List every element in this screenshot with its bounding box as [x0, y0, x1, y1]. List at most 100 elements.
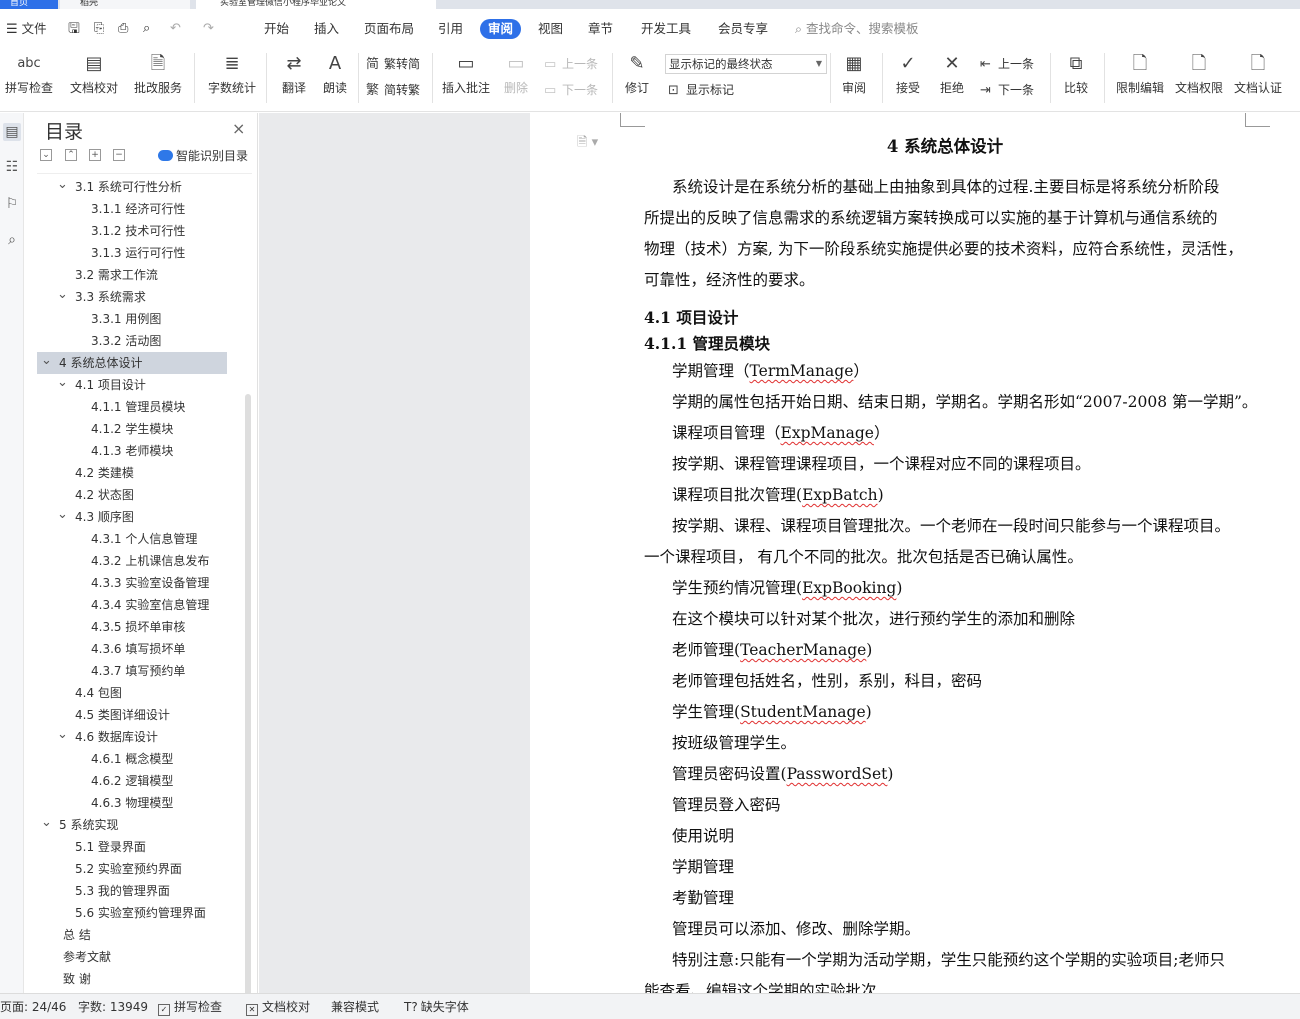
menu-start[interactable]: 开始 [264, 19, 289, 39]
preview-icon[interactable]: ⌕ [143, 19, 150, 39]
toc-item[interactable]: 4.3.2 上机课信息发布 [37, 550, 237, 572]
toc-item[interactable]: 5.3 我的管理界面 [37, 880, 237, 902]
menu-dev-tools[interactable]: 开发工具 [641, 19, 691, 39]
next-revision-button[interactable]: ⇥ 下一条 [980, 80, 1034, 100]
spell-check-button[interactable]: abc 拼写检查 [0, 51, 58, 103]
chevron-down-icon[interactable]: ⌄ [41, 814, 52, 832]
export-icon[interactable]: ⎘ [94, 19, 104, 39]
status-doc-proof[interactable]: ✕ 文档校对 [246, 994, 310, 1019]
simp-to-trad-button[interactable]: 繁简转繁 [366, 80, 420, 100]
toc-item[interactable]: 4.5 类图详细设计 [37, 704, 237, 726]
misspelled-word[interactable]: PasswordSet [787, 765, 888, 783]
toc-item[interactable]: 4.6.1 概念模型 [37, 748, 237, 770]
chapter-icon[interactable]: ☷ [3, 158, 21, 176]
close-icon[interactable]: × [232, 119, 245, 138]
command-search[interactable]: ⌕ 查找命令、搜索模板 [795, 19, 919, 39]
toc-item[interactable]: 4.1.1 管理员模块 [37, 396, 237, 418]
toc-item[interactable]: 4.3.1 个人信息管理 [37, 528, 237, 550]
word-count[interactable]: 字数: 13949 [78, 994, 148, 1019]
tab-document[interactable]: 实验室管理微信小程序毕业论文 [196, 0, 436, 9]
save-icon[interactable]: 🖫 [68, 19, 80, 39]
misspelled-word[interactable]: TeacherManage [740, 641, 866, 659]
tab-docer[interactable]: 稻壳 [60, 0, 190, 9]
toc-item[interactable]: 4.6.3 物理模型 [37, 792, 237, 814]
redo-icon[interactable]: ↷ [203, 19, 214, 39]
smart-toc-button[interactable]: 智能识别目录 [158, 147, 248, 164]
toc-item[interactable]: ⌄ 4.6 数据库设计 [37, 726, 237, 748]
delete-comment-button[interactable]: ▭ 删除 [498, 51, 534, 103]
reject-button[interactable]: ✕ 拒绝 [934, 51, 970, 103]
toc-item[interactable]: 5.6 实验室预约管理界面 [37, 902, 237, 924]
restrict-edit-button[interactable]: 🗋 限制编辑 [1112, 51, 1168, 103]
toc-item[interactable]: 4.6.2 逻辑模型 [37, 770, 237, 792]
tab-home[interactable]: 首页 [0, 0, 58, 9]
next-comment-button[interactable]: ▭ 下一条 [544, 80, 598, 100]
doc-permission-button[interactable]: 🗋 文档权限 [1172, 51, 1226, 103]
doc-cert-button[interactable]: 🗋 文档认证 [1230, 51, 1286, 103]
toc-item[interactable]: 4.3.5 损坏单审核 [37, 616, 237, 638]
compare-button[interactable]: ⧉ 比较 [1058, 51, 1094, 103]
chevron-down-icon[interactable]: ⌄ [57, 506, 68, 524]
menu-review[interactable]: 审阅 [480, 19, 522, 39]
toc-item[interactable]: ⌄ 5 系统实现 [37, 814, 237, 836]
toc-item[interactable]: 3.3.2 活动图 [37, 330, 237, 352]
remove-heading-icon[interactable]: − [113, 149, 125, 161]
trad-to-simp-button[interactable]: 简繁转简 [366, 54, 420, 74]
toc-item[interactable]: 参考文献 [37, 946, 237, 968]
toc-pane-icon[interactable]: ▤ [3, 123, 21, 141]
missing-font[interactable]: T? 缺失字体 [404, 994, 469, 1019]
undo-icon[interactable]: ↶ [170, 19, 181, 39]
toc-item[interactable]: 4.3.7 填写预约单 [37, 660, 237, 682]
toc-item[interactable]: 4.4 包图 [37, 682, 237, 704]
search-icon[interactable]: ⌕ [3, 231, 21, 249]
toc-item[interactable]: 3.2 需求工作流 [37, 264, 237, 286]
show-markup-button[interactable]: ⊡ 显示标记 [668, 80, 734, 100]
word-count-button[interactable]: ≣ 字数统计 [204, 51, 260, 103]
expand-up-icon[interactable]: ⌃ [65, 149, 77, 161]
batch-service-button[interactable]: 🗎 批改服务 [128, 51, 188, 103]
menu-reference[interactable]: 引用 [438, 19, 463, 39]
toc-item[interactable]: 4.3.3 实验室设备管理 [37, 572, 237, 594]
add-heading-icon[interactable]: + [89, 149, 101, 161]
insert-comment-button[interactable]: ▭ 插入批注 [440, 51, 492, 103]
toc-item[interactable]: 3.1.1 经济可行性 [37, 198, 237, 220]
doc-proof-button[interactable]: ▤ 文档校对 [68, 51, 120, 103]
toc-item[interactable]: 3.1.3 运行可行性 [37, 242, 237, 264]
chevron-down-icon[interactable]: ⌄ [41, 352, 52, 370]
bookmark-icon[interactable]: ⚐ [3, 195, 21, 213]
toc-scrollbar[interactable] [245, 394, 251, 1019]
toc-item[interactable]: ⌄ 4 系统总体设计 [37, 352, 227, 374]
menu-member[interactable]: 会员专享 [718, 19, 768, 39]
accept-button[interactable]: ✓ 接受 [890, 51, 926, 103]
misspelled-word[interactable]: ExpManage [781, 424, 874, 442]
toc-item[interactable]: 4.2 状态图 [37, 484, 237, 506]
file-menu[interactable]: ☰ 文件 [6, 19, 47, 39]
toc-item[interactable]: 3.1.2 技术可行性 [37, 220, 237, 242]
print-icon[interactable]: ⎙ [118, 19, 128, 39]
toc-item[interactable]: ⌄ 4.3 顺序图 [37, 506, 237, 528]
prev-revision-button[interactable]: ⇤ 上一条 [980, 54, 1034, 74]
translate-button[interactable]: ⇄ 翻译 [274, 51, 314, 103]
document-page[interactable]: 🗎 ▾ 4 系统总体设计 系统设计是在系统分析的基础上由抽象到具体的过程.主要目… [530, 113, 1300, 993]
menu-page-layout[interactable]: 页面布局 [364, 19, 414, 39]
collapse-all-icon[interactable]: ⌄ [40, 149, 52, 161]
toc-item[interactable]: ⌄ 3.3 系统需求 [37, 286, 237, 308]
chevron-down-icon[interactable]: ⌄ [57, 176, 68, 194]
toc-item[interactable]: 4.2 类建模 [37, 462, 237, 484]
toc-item[interactable]: 5.1 登录界面 [37, 836, 237, 858]
menu-insert[interactable]: 插入 [314, 19, 339, 39]
chevron-down-icon[interactable]: ⌄ [57, 726, 68, 744]
prev-comment-button[interactable]: ▭ 上一条 [544, 54, 598, 74]
toc-item[interactable]: 4.3.6 填写损坏单 [37, 638, 237, 660]
revision-button[interactable]: ✎ 修订 [618, 51, 656, 103]
chevron-down-icon[interactable]: ⌄ [57, 286, 68, 304]
status-spell-check[interactable]: ✓ 拼写检查 [158, 994, 222, 1019]
misspelled-word[interactable]: TermManage [750, 362, 854, 380]
toc-item[interactable]: 4.1.3 老师模块 [37, 440, 237, 462]
toc-item[interactable]: 5.2 实验室预约界面 [37, 858, 237, 880]
misspelled-word[interactable]: ExpBatch [802, 486, 878, 504]
menu-chapter[interactable]: 章节 [588, 19, 613, 39]
toc-item[interactable]: 4.1.2 学生模块 [37, 418, 237, 440]
toc-item[interactable]: 总 结 [37, 924, 237, 946]
toc-item[interactable]: ⌄ 3.1 系统可行性分析 [37, 176, 237, 198]
